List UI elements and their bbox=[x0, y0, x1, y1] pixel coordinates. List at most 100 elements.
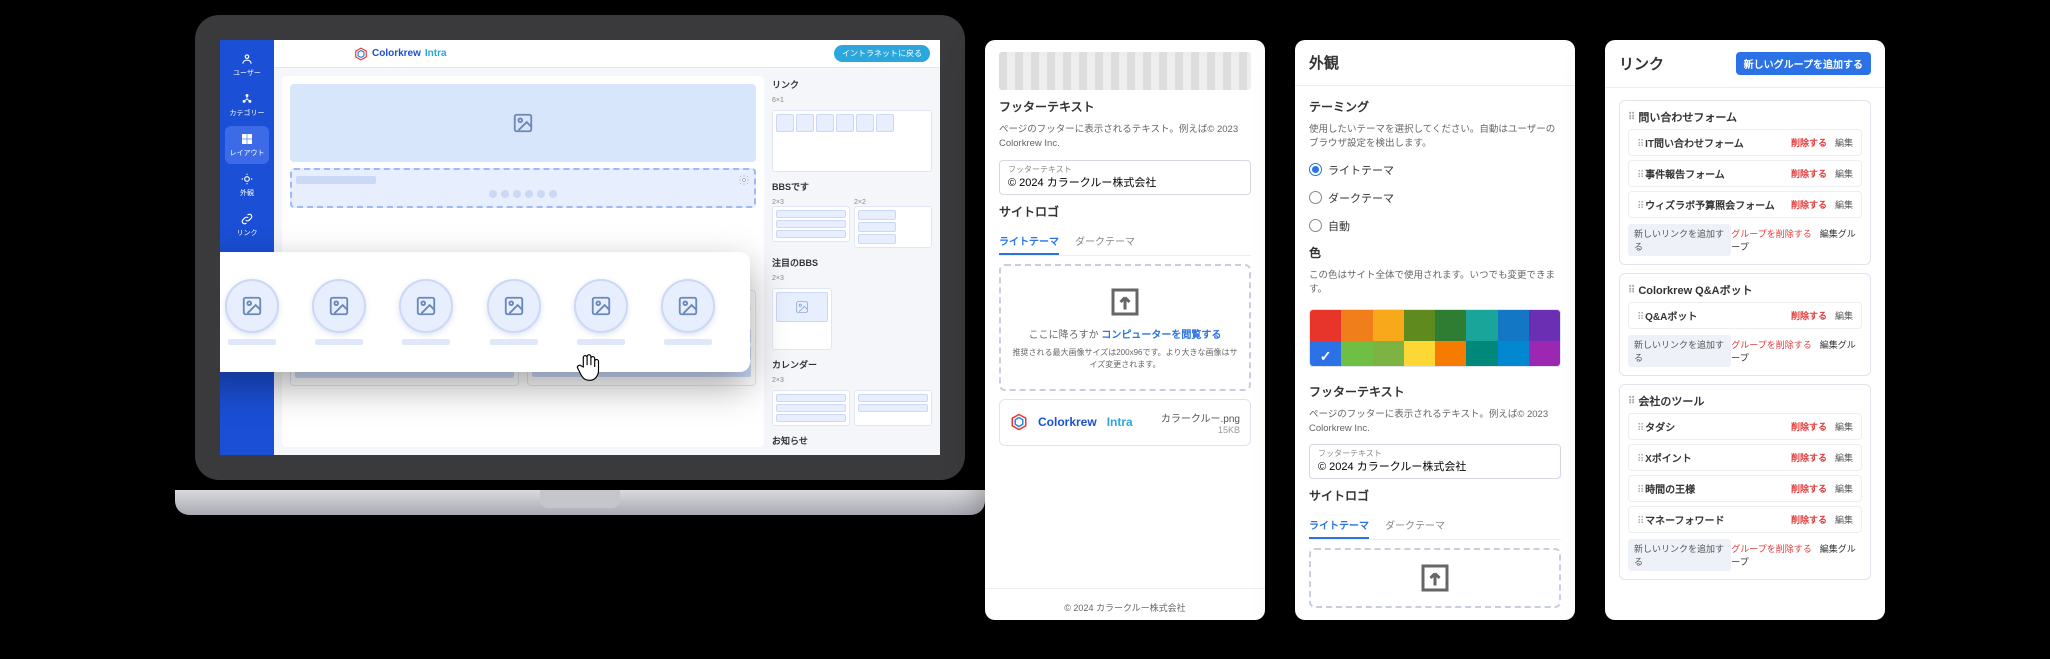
color-swatch[interactable] bbox=[1435, 310, 1466, 341]
sidebar-item-appearance[interactable]: 外観 bbox=[225, 166, 269, 204]
delete-link-button[interactable]: 削除する bbox=[1791, 198, 1827, 211]
link-item[interactable]: ⠿ Xポイント削除する編集 bbox=[1628, 444, 1862, 471]
color-swatch[interactable] bbox=[1498, 310, 1529, 341]
delete-group-button[interactable]: グループを削除する bbox=[1731, 544, 1811, 554]
color-swatch[interactable] bbox=[1498, 341, 1529, 366]
delete-link-button[interactable]: 削除する bbox=[1791, 451, 1827, 464]
palette-item-bbs-2x3[interactable] bbox=[772, 206, 850, 242]
logo-dropzone[interactable] bbox=[1309, 548, 1561, 608]
radio-auto-theme[interactable]: 自動 bbox=[1309, 216, 1561, 236]
group-title: 問い合わせフォーム bbox=[1638, 109, 1737, 125]
delete-link-button[interactable]: 削除する bbox=[1791, 513, 1827, 526]
link-item[interactable]: ⠿ 時間の王様削除する編集 bbox=[1628, 475, 1862, 502]
color-swatch[interactable] bbox=[1435, 341, 1466, 366]
drag-handle-icon[interactable]: ⠿ bbox=[1637, 454, 1642, 465]
edit-link-button[interactable]: 編集 bbox=[1835, 513, 1853, 526]
footer-text-field[interactable]: フッターテキスト bbox=[1309, 444, 1561, 479]
delete-link-button[interactable]: 削除する bbox=[1791, 420, 1827, 433]
delete-link-button[interactable]: 削除する bbox=[1791, 482, 1827, 495]
theming-label: テーミング bbox=[1309, 98, 1561, 115]
edit-link-button[interactable]: 編集 bbox=[1835, 167, 1853, 180]
edit-link-button[interactable]: 編集 bbox=[1835, 451, 1853, 464]
drag-handle-icon[interactable]: ⠿ bbox=[1628, 396, 1633, 407]
edit-link-button[interactable]: 編集 bbox=[1835, 420, 1853, 433]
drag-handle-icon[interactable]: ⠿ bbox=[1637, 485, 1642, 496]
edit-link-button[interactable]: 編集 bbox=[1835, 309, 1853, 322]
sidebar-item-users[interactable]: ユーザー bbox=[225, 46, 269, 84]
hero-image-widget[interactable] bbox=[290, 84, 756, 162]
edit-link-button[interactable]: 編集 bbox=[1835, 136, 1853, 149]
delete-link-button[interactable]: 削除する bbox=[1791, 136, 1827, 149]
palette-item-featured[interactable] bbox=[772, 288, 832, 350]
return-intranet-button[interactable]: イントラネットに戻る bbox=[834, 45, 930, 62]
link-item-label: ウィズラボ予算照会フォーム bbox=[1645, 201, 1775, 212]
footer-text-input[interactable] bbox=[1318, 460, 1552, 472]
add-link-button[interactable]: 新しいリンクを追加する bbox=[1628, 335, 1731, 367]
edit-link-button[interactable]: 編集 bbox=[1835, 198, 1853, 211]
brand-name: Colorkrew bbox=[1038, 415, 1097, 429]
drag-handle-icon[interactable]: ⠿ bbox=[1637, 423, 1642, 434]
tab-light-theme[interactable]: ライトテーマ bbox=[999, 228, 1059, 255]
sidebar-label: ユーザー bbox=[233, 68, 261, 78]
panel-links: リンク 新しいグループを追加する ⠿問い合わせフォーム⠿ IT問い合わせフォーム… bbox=[1605, 40, 1885, 620]
tab-dark-theme[interactable]: ダークテーマ bbox=[1385, 512, 1445, 539]
add-group-button[interactable]: 新しいグループを追加する bbox=[1736, 52, 1871, 75]
link-item[interactable]: ⠿ IT問い合わせフォーム削除する編集 bbox=[1628, 129, 1862, 156]
drag-handle-icon[interactable]: ⠿ bbox=[1637, 170, 1642, 181]
color-swatch[interactable] bbox=[1310, 310, 1341, 341]
drag-handle-icon[interactable]: ⠿ bbox=[1637, 201, 1642, 212]
palette-item-calendar-b[interactable] bbox=[854, 390, 932, 426]
panel-footer-logo: フッターテキスト ページのフッターに表示されるテキスト。例えば© 2023 Co… bbox=[985, 40, 1265, 620]
gear-icon[interactable] bbox=[738, 174, 750, 186]
color-swatch[interactable] bbox=[1466, 310, 1497, 341]
delete-group-button[interactable]: グループを削除する bbox=[1731, 340, 1811, 350]
color-swatch[interactable] bbox=[1404, 310, 1435, 341]
theming-hint: 使用したいテーマを選択してください。自動はユーザーのブラウザ設定を検出します。 bbox=[1309, 123, 1561, 152]
link-item[interactable]: ⠿ 事件報告フォーム削除する編集 bbox=[1628, 160, 1862, 187]
panel-appearance: 外観 テーミング 使用したいテーマを選択してください。自動はユーザーのブラウザ設… bbox=[1295, 40, 1575, 620]
sidebar-item-links[interactable]: リンク bbox=[225, 206, 269, 244]
sidebar-item-layout[interactable]: レイアウト bbox=[225, 126, 269, 164]
drag-handle-icon[interactable]: ⠿ bbox=[1637, 312, 1642, 323]
delete-group-button[interactable]: グループを削除する bbox=[1731, 229, 1811, 239]
add-link-button[interactable]: 新しいリンクを追加する bbox=[1628, 224, 1731, 256]
drag-handle-icon[interactable]: ⠿ bbox=[1637, 139, 1642, 150]
edit-link-button[interactable]: 編集 bbox=[1835, 482, 1853, 495]
drag-handle-icon[interactable]: ⠿ bbox=[1637, 516, 1642, 527]
sidebar-item-categories[interactable]: カテゴリー bbox=[225, 86, 269, 124]
link-item[interactable]: ⠿ マネーフォワード削除する編集 bbox=[1628, 506, 1862, 533]
drop-slot[interactable] bbox=[290, 168, 756, 208]
color-swatch[interactable] bbox=[1466, 341, 1497, 366]
logo-dropzone[interactable]: ここに降ろすか コンピューターを閲覧する 推奨される最大画像サイズは200x96… bbox=[999, 264, 1251, 391]
tab-light-theme[interactable]: ライトテーマ bbox=[1309, 512, 1369, 539]
palette-item-link[interactable] bbox=[772, 110, 932, 172]
link-item[interactable]: ⠿ Q&Aボット削除する編集 bbox=[1628, 302, 1862, 329]
color-swatch[interactable] bbox=[1373, 310, 1404, 341]
color-swatch[interactable] bbox=[1373, 341, 1404, 366]
browse-link[interactable]: コンピューターを閲覧する bbox=[1101, 330, 1221, 341]
color-swatch[interactable] bbox=[1529, 341, 1560, 366]
add-link-button[interactable]: 新しいリンクを追加する bbox=[1628, 539, 1731, 571]
radio-light-theme[interactable]: ライトテーマ bbox=[1309, 160, 1561, 180]
footer-text-hint: ページのフッターに表示されるテキスト。例えば© 2023 Colorkrew I… bbox=[1309, 408, 1561, 437]
palette-item-calendar-a[interactable] bbox=[772, 390, 850, 426]
footer-text-field[interactable]: フッターテキスト bbox=[999, 160, 1251, 195]
dragging-widget-preview[interactable] bbox=[195, 252, 750, 372]
color-swatch[interactable] bbox=[1341, 310, 1372, 341]
link-item[interactable]: ⠿ ウィズラボ予算照会フォーム 削除する編集 bbox=[1628, 191, 1862, 218]
drag-handle-icon[interactable]: ⠿ bbox=[1628, 112, 1633, 123]
radio-dark-theme[interactable]: ダークテーマ bbox=[1309, 188, 1561, 208]
footer-text-label: フッターテキスト bbox=[1309, 383, 1561, 400]
color-swatch[interactable] bbox=[1310, 341, 1341, 366]
drag-handle-icon[interactable]: ⠿ bbox=[1628, 285, 1633, 296]
delete-link-button[interactable]: 削除する bbox=[1791, 309, 1827, 322]
link-item[interactable]: ⠿ タダシ削除する編集 bbox=[1628, 413, 1862, 440]
color-swatch[interactable] bbox=[1341, 341, 1372, 366]
color-swatch[interactable] bbox=[1529, 310, 1560, 341]
tab-dark-theme[interactable]: ダークテーマ bbox=[1075, 228, 1135, 255]
group-title: Colorkrew Q&Aボット bbox=[1638, 282, 1752, 298]
delete-link-button[interactable]: 削除する bbox=[1791, 167, 1827, 180]
color-swatch[interactable] bbox=[1404, 341, 1435, 366]
palette-item-bbs-2x2[interactable] bbox=[854, 206, 932, 248]
footer-text-input[interactable] bbox=[1008, 176, 1242, 188]
